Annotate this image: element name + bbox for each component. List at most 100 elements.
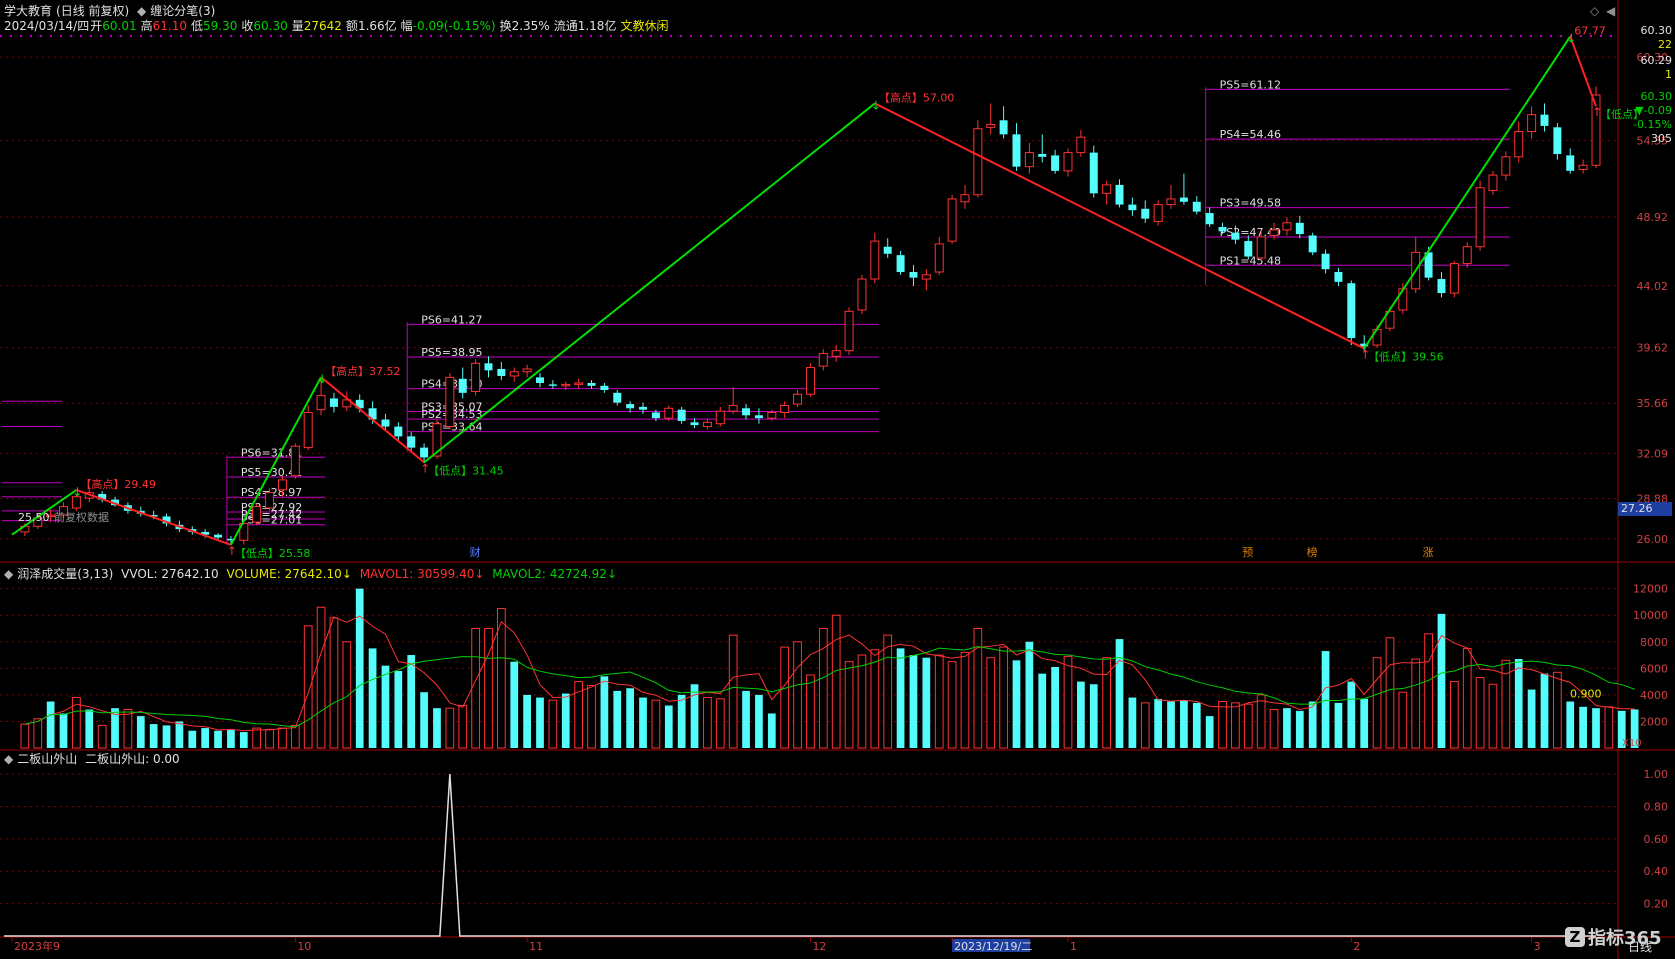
volume-bar xyxy=(303,625,313,749)
y-tick-osc: 0.20 xyxy=(1644,898,1669,911)
volume-bar xyxy=(162,725,171,748)
volume-bar xyxy=(1411,658,1421,749)
y-tick-main: 35.66 xyxy=(1637,397,1669,410)
candle-body xyxy=(1578,164,1588,170)
volume-bar xyxy=(677,694,686,748)
volume-bar xyxy=(1012,660,1021,748)
candle-body xyxy=(1514,131,1524,158)
candle-body xyxy=(1102,184,1112,194)
volume-bar xyxy=(316,606,326,749)
volume-bar xyxy=(999,646,1008,749)
volume-bar xyxy=(445,707,455,749)
event-mark: 预 xyxy=(1242,546,1253,559)
volume-bar xyxy=(227,729,235,748)
osc-panel-icon[interactable]: ◆ xyxy=(4,752,13,766)
volume-bar xyxy=(1579,706,1587,748)
candle-body xyxy=(1141,208,1150,219)
volume-bar xyxy=(909,655,918,748)
candle-body xyxy=(394,426,403,437)
legend-volume-value: 27642.10↓ xyxy=(284,567,352,581)
volume-bar xyxy=(767,713,776,748)
candle-body xyxy=(613,392,622,403)
volume-bar xyxy=(1437,613,1446,748)
candle-body xyxy=(303,411,313,449)
volume-bar xyxy=(1256,694,1266,749)
y-tick-osc: 1.00 xyxy=(1644,768,1669,781)
volume-bar xyxy=(1243,703,1253,749)
volume-bar xyxy=(1077,681,1085,748)
volume-bar xyxy=(1128,697,1137,748)
event-mark: 榜 xyxy=(1307,545,1318,559)
volume-bar xyxy=(46,701,55,748)
candle-body xyxy=(1166,198,1176,206)
candle-body xyxy=(1063,152,1073,172)
watermark-text: 指标365 xyxy=(1588,928,1662,949)
volume-bar xyxy=(1527,689,1536,748)
volume-bar xyxy=(934,654,944,749)
low-point-label: 【低点】39.56 xyxy=(1368,350,1444,363)
rq-ask: 60.29 xyxy=(1640,54,1673,67)
candle-body xyxy=(986,124,996,128)
candle-body xyxy=(484,363,493,371)
osc-legend-value: 0.00 xyxy=(152,752,180,766)
candle-body xyxy=(1334,272,1343,282)
right-quote-box: 60.30 22 60.29 1 60.30 ▼-0.09 -0.15% 305 xyxy=(1620,24,1672,146)
high-point-label: 67.77 xyxy=(1574,24,1606,37)
candle-body xyxy=(1282,222,1292,231)
volume-bar xyxy=(290,724,300,749)
volume-bar xyxy=(471,627,480,749)
volume-bar xyxy=(561,693,570,748)
candle-body xyxy=(805,367,815,395)
volume-bar xyxy=(1167,701,1175,748)
candle-body xyxy=(1398,288,1408,311)
candle-body xyxy=(1051,155,1060,171)
candle-body xyxy=(509,371,519,377)
time-label: 12 xyxy=(812,940,826,953)
volume-bar xyxy=(1218,701,1227,749)
candle-body xyxy=(1115,184,1124,205)
high-point-label: 【高点】57.00 xyxy=(879,90,955,104)
candle-body xyxy=(664,407,674,419)
volume-bar xyxy=(136,716,145,748)
volume-bar xyxy=(1089,684,1098,748)
volume-panel-icon[interactable]: ◆ xyxy=(4,567,13,581)
candle-body xyxy=(728,404,738,412)
volume-bar xyxy=(149,724,158,748)
candle-body xyxy=(883,246,892,254)
volume-bar xyxy=(20,723,30,749)
time-label: 1 xyxy=(1070,940,1077,953)
ps-level-label: PS5=61.12 xyxy=(1220,78,1281,91)
volume-bar xyxy=(433,708,441,748)
candle-body xyxy=(548,384,557,386)
candle-body xyxy=(1231,232,1240,240)
volume-panel-header: ◆ 润泽成交量(3,13) VVOL: 27642.10 VOLUME: 2764… xyxy=(4,567,617,581)
volume-panel-title[interactable]: 润泽成交量(3,13) xyxy=(17,567,113,581)
candle-body xyxy=(329,398,338,407)
candle-body xyxy=(1566,155,1575,171)
event-mark: 涨 xyxy=(1423,546,1434,559)
kline-chart[interactable]: PS6=31.81PS5=30.41PS4=28.97PS3=27.92PS2=… xyxy=(0,0,1675,959)
rq-ask-vol: 1 xyxy=(1665,68,1672,81)
osc-panel-title[interactable]: 二板山外山 xyxy=(17,752,77,766)
candle-body xyxy=(1153,204,1163,222)
volume-bar xyxy=(1475,677,1485,749)
volume-bar xyxy=(1051,666,1059,748)
volume-bar xyxy=(1372,657,1382,749)
y-tick-volume: 2000 xyxy=(1640,715,1668,728)
volume-bar xyxy=(806,674,815,749)
volume-bar xyxy=(201,728,210,748)
volume-bar xyxy=(651,699,661,749)
y-tick-volume: 10000 xyxy=(1633,609,1668,622)
candle-body xyxy=(818,352,828,367)
y-tick-main: 48.92 xyxy=(1637,211,1669,224)
low-point-label: 【低点】31.45 xyxy=(428,464,504,477)
volume-bar xyxy=(1180,700,1188,748)
volume-bar xyxy=(896,648,905,748)
ps-level-label: PS4=54.46 xyxy=(1220,128,1281,141)
high-point-label: 【高点】37.52 xyxy=(325,364,401,378)
candle-body xyxy=(316,395,326,411)
ps-level-label: PS3=49.58 xyxy=(1220,197,1281,210)
volume-bar xyxy=(1592,708,1600,748)
zigzag-segment xyxy=(423,102,876,464)
zigzag-segment xyxy=(1363,35,1572,349)
